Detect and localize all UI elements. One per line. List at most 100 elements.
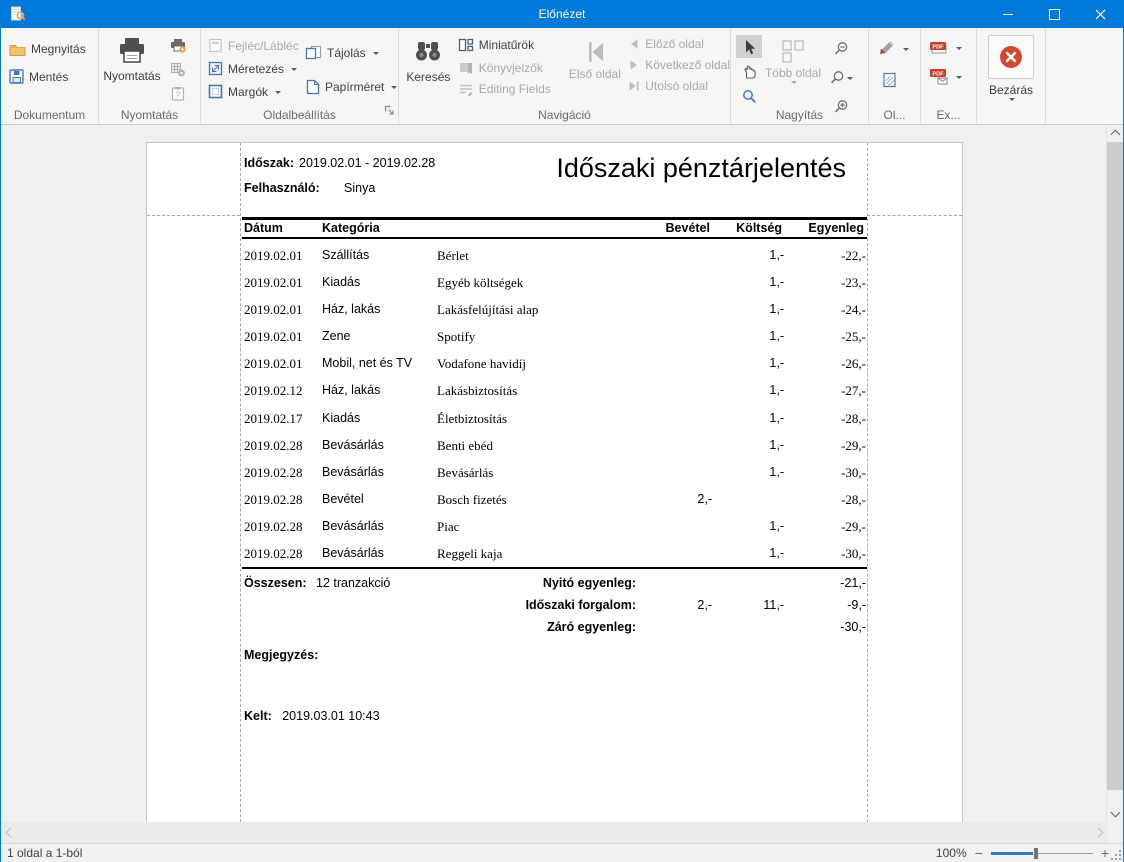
close-icon <box>1095 9 1106 20</box>
save-button[interactable]: Mentés <box>9 69 98 84</box>
prev-page-button[interactable]: Előző oldal <box>628 37 730 51</box>
export-pdf-button[interactable]: PDF <box>929 40 976 56</box>
cell-category: Ház, lakás <box>322 302 380 316</box>
cell-date: 2019.02.28 <box>244 465 303 481</box>
table-row: 2019.02.01 Mobil, net és TV Vodafone havid… <box>244 352 866 379</box>
dropdown-caret <box>275 91 281 97</box>
header-rule-bottom <box>242 237 867 239</box>
summary-row-total: Összesen: 12 tranzakció Nyitó egyenleg: … <box>244 576 866 598</box>
opening-balance-label: Nyitó egyenleg: <box>543 576 636 590</box>
cell-description: Életbiztosítás <box>437 411 507 427</box>
orientation-button[interactable]: Tájolás <box>305 45 379 60</box>
zoom-level-button[interactable] <box>824 66 858 89</box>
cell-category: Szállítás <box>322 248 369 262</box>
cell-balance: -29,- <box>841 438 866 454</box>
send-pdf-email-button[interactable]: PDF <box>929 68 976 85</box>
table-row: 2019.02.28BevételBosch fizetés2,--28,- <box>244 488 866 515</box>
scroll-right-button[interactable] <box>1092 824 1108 840</box>
cell-cost: 1,- <box>769 383 784 397</box>
table-row: 2019.02.28BevásárlásBevásárlás1,--30,- <box>244 461 866 488</box>
cell-description: Vodafone havidíj <box>437 356 526 372</box>
ribbon-group-close: Bezárás <box>977 28 1046 124</box>
scroll-down-button[interactable] <box>1107 806 1123 822</box>
zoom-slider[interactable] <box>991 848 1093 859</box>
next-page-button[interactable]: Következő oldal <box>628 58 730 72</box>
clipboard-question-icon: ? <box>171 86 185 101</box>
paper-size-button[interactable]: Papírméret <box>305 79 397 95</box>
first-page-icon <box>582 40 608 64</box>
next-page-icon <box>628 59 640 71</box>
cell-date: 2019.02.17 <box>244 411 303 427</box>
last-page-button[interactable]: Utolsó oldal <box>628 79 730 93</box>
scaling-button[interactable]: Méretezés <box>208 61 398 76</box>
zoom-out-control[interactable]: − <box>975 848 983 858</box>
ribbon-group-zoom: Több oldal Nagyítás <box>731 28 869 124</box>
cell-description: Lakásbiztosítás <box>437 383 517 399</box>
watermark-icon <box>882 72 897 88</box>
vertical-scroll-thumb[interactable] <box>1107 142 1123 790</box>
turnover-income: 2,- <box>697 598 712 612</box>
table-row: 2019.02.17KiadásÉletbiztosítás1,--28,- <box>244 407 866 434</box>
cell-date: 2019.02.01 <box>244 248 303 264</box>
horizontal-scrollbar[interactable] <box>1 822 1108 843</box>
close-window-button[interactable] <box>1077 0 1123 28</box>
summary-rule <box>242 567 867 569</box>
zoom-in-control[interactable]: + <box>1101 848 1109 858</box>
editing-fields-button[interactable]: Editing Fields <box>458 82 568 96</box>
minimize-button[interactable] <box>985 0 1031 28</box>
folder-icon <box>9 42 26 56</box>
chevron-right-icon <box>1094 827 1104 837</box>
floppy-icon <box>9 69 24 84</box>
svg-text:?: ? <box>176 90 181 99</box>
print-help-button[interactable]: ? <box>165 84 191 102</box>
binoculars-icon <box>413 38 443 66</box>
cell-balance: -23,- <box>841 275 866 291</box>
preview-workspace[interactable]: Időszak: 2019.02.01 - 2019.02.28 Felhasz… <box>1 125 1108 822</box>
cell-description: Lakásfelújítási alap <box>437 302 538 318</box>
table-row: 2019.02.12Ház, lakásLakásbiztosítás1,--2… <box>244 379 866 406</box>
cell-date: 2019.02.01 <box>244 356 303 372</box>
ribbon-group-export: PDF PDF Ex... <box>921 28 977 124</box>
report-page: Időszak: 2019.02.01 - 2019.02.28 Felhasz… <box>146 142 963 822</box>
cell-balance: -26,- <box>841 356 866 372</box>
resize-icon <box>208 61 223 76</box>
ribbon: Megnyitás Mentés Dokumentum Nyomtatás <box>1 28 1123 125</box>
open-button[interactable]: Megnyitás <box>9 42 98 56</box>
closing-balance-value: -30,- <box>840 620 866 634</box>
cell-date: 2019.02.01 <box>244 275 303 291</box>
print-options-button[interactable] <box>165 60 191 78</box>
cell-date: 2019.02.28 <box>244 546 303 562</box>
magnifier-tool-button[interactable] <box>736 85 762 108</box>
zoom-out-button[interactable] <box>824 37 858 60</box>
maximize-icon <box>1049 9 1060 20</box>
resize-grip[interactable] <box>1119 858 1121 860</box>
chevron-down-icon <box>1110 808 1120 818</box>
cell-cost: 1,- <box>769 438 784 452</box>
table-row: 2019.02.01ZeneSpotify1,--25,- <box>244 325 866 352</box>
turnover-cost: 11,- <box>763 598 784 612</box>
dropdown-caret <box>1009 98 1015 104</box>
cell-balance: -30,- <box>841 465 866 481</box>
maximize-button[interactable] <box>1031 0 1077 28</box>
scroll-left-button[interactable] <box>1 824 17 840</box>
watermark-button[interactable] <box>882 72 920 88</box>
vertical-scrollbar[interactable] <box>1106 125 1123 822</box>
cell-cost: 1,- <box>769 248 784 262</box>
scroll-up-button[interactable] <box>1107 125 1123 141</box>
zoom-slider-thumb[interactable] <box>1034 848 1038 859</box>
page-color-button[interactable] <box>878 41 920 57</box>
cell-balance: -24,- <box>841 302 866 318</box>
close-preview-button[interactable]: Bezárás <box>977 35 1045 103</box>
quick-print-button[interactable] <box>165 36 191 54</box>
cell-balance: -28,- <box>841 411 866 427</box>
bookmarks-button[interactable]: Könyvjelzők <box>458 60 568 75</box>
table-row: 2019.02.01SzállításBérlet1,--22,- <box>244 244 866 271</box>
cell-category: Mobil, net és TV <box>322 356 412 370</box>
turnover-net: -9,- <box>847 598 866 612</box>
thumbnails-icon <box>458 37 474 53</box>
brush-icon <box>878 41 896 57</box>
window-title: Előnézet <box>1 7 1123 21</box>
pointer-tool-button[interactable] <box>736 35 762 58</box>
hand-tool-button[interactable] <box>736 60 762 83</box>
thumbnails-button[interactable]: Miniatűrök <box>458 37 568 53</box>
